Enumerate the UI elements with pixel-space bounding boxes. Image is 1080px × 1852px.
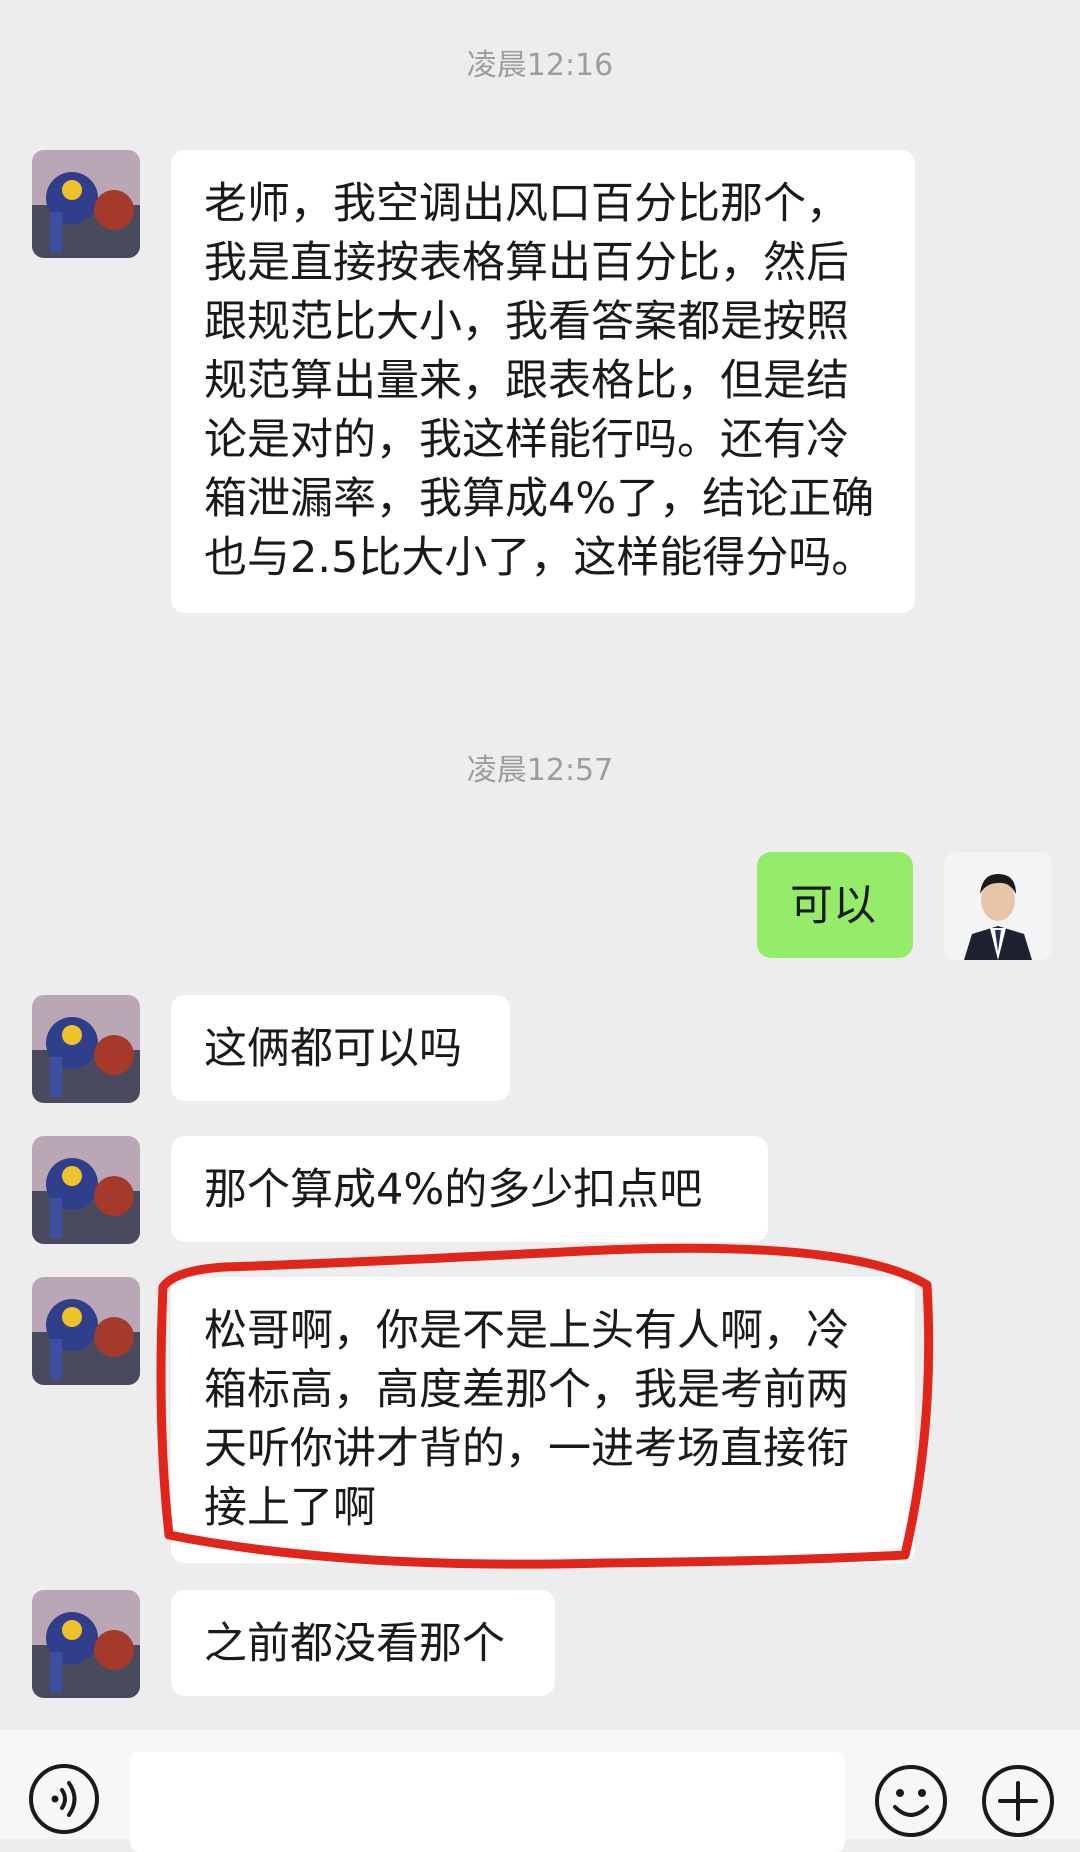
contact-avatar[interactable] [32, 1277, 140, 1385]
contact-avatar[interactable] [32, 995, 140, 1103]
message-bubble[interactable]: 之前都没看那个 [171, 1590, 555, 1696]
contact-avatar[interactable] [32, 1590, 140, 1698]
message-bubble[interactable]: 老师，我空调出风口百分比那个，我是直接按表格算出百分比，然后跟规范比大小，我看答… [171, 150, 915, 613]
timestamp: 凌晨12:16 [466, 48, 614, 83]
cartoon-avatar-icon [32, 995, 140, 1103]
input-bar [0, 1730, 1080, 1852]
emoji-icon[interactable] [873, 1763, 949, 1843]
contact-avatar[interactable] [32, 150, 140, 258]
cartoon-avatar-icon [32, 1136, 140, 1244]
message-bubble[interactable]: 这俩都可以吗 [171, 995, 510, 1101]
red-highlight-annotation [156, 1243, 934, 1569]
cartoon-avatar-icon [32, 150, 140, 258]
self-avatar[interactable] [944, 852, 1052, 960]
message-bubble-self[interactable]: 可以 [757, 852, 913, 958]
plus-icon[interactable] [980, 1763, 1056, 1843]
cartoon-avatar-icon [32, 1590, 140, 1698]
timestamp: 凌晨12:57 [466, 753, 614, 788]
voice-icon[interactable] [28, 1763, 100, 1839]
contact-avatar[interactable] [32, 1136, 140, 1244]
message-input[interactable] [130, 1752, 845, 1852]
person-photo-avatar-icon [944, 852, 1052, 960]
cartoon-avatar-icon [32, 1277, 140, 1385]
